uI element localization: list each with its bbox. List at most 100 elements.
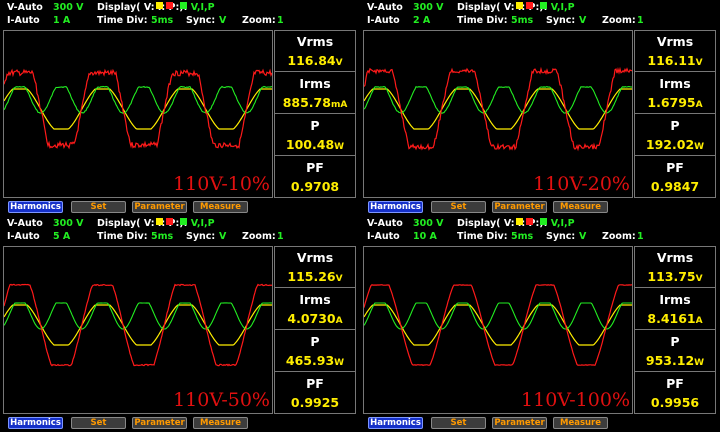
irms-cell: Irms 8.4161A <box>635 289 715 330</box>
voltage-mode[interactable]: V-Auto <box>7 2 43 14</box>
power-color-swatch <box>180 218 188 225</box>
softkey-bar: Harmonics Set Parameter Measure <box>1 201 359 214</box>
current-range[interactable]: 10 A <box>413 231 437 243</box>
display-value: V,I,P <box>550 2 575 13</box>
power-cell: P 100.48W <box>275 115 355 156</box>
power-waveform <box>364 302 632 330</box>
display-setting[interactable]: Display( V: I: P:): V,I,P <box>97 218 215 230</box>
vrms-reading: 116.84V <box>275 53 355 71</box>
time-div-label: Time Div: <box>97 15 148 26</box>
measure-button[interactable]: Measure <box>193 417 248 429</box>
load-annotation: 110V-50% <box>173 389 270 411</box>
parameter-button[interactable]: Parameter <box>492 417 547 429</box>
set-button[interactable]: Set <box>71 201 126 213</box>
power-value: 192.02 <box>645 137 695 152</box>
measurement-panel: Vrms 116.84V Irms 885.78mA P 100.48W PF 0.97… <box>274 30 356 198</box>
measurement-panel: Vrms 113.75V Irms 8.4161A P 953.12W PF 0.995… <box>634 246 716 414</box>
vrms-unit: V <box>335 274 343 284</box>
vrms-value: 115.26 <box>287 269 336 284</box>
set-button[interactable]: Set <box>431 417 486 429</box>
voltage-color-swatch <box>155 218 163 225</box>
time-div-value[interactable]: 5ms <box>511 231 533 243</box>
power-label: P <box>670 334 680 349</box>
power-cell: P 192.02W <box>635 115 715 156</box>
measurement-view-4: V-Auto 300 V I-Auto 10 A Display( V: I: … <box>361 216 719 430</box>
time-div-value[interactable]: 5ms <box>151 231 173 243</box>
zoom-label: Zoom: <box>602 231 636 242</box>
irms-value: 4.0730 <box>287 311 336 326</box>
pf-value: 0.9956 <box>650 395 700 410</box>
softkey-bar: Harmonics Set Parameter Measure <box>361 201 719 214</box>
status-header: V-Auto 300 V I-Auto 10 A Display( V: I: … <box>361 216 719 246</box>
display-setting[interactable]: Display( V: I: P:): V,I,P <box>457 2 575 14</box>
set-button[interactable]: Set <box>431 201 486 213</box>
harmonics-button[interactable]: Harmonics <box>8 201 63 213</box>
voltage-range[interactable]: 300 V <box>413 218 444 230</box>
vrms-cell: Vrms 116.11V <box>635 31 715 72</box>
current-mode[interactable]: I-Auto <box>7 231 40 243</box>
pf-value: 0.9925 <box>290 395 340 410</box>
vrms-reading: 113.75V <box>635 269 715 287</box>
sync-value[interactable]: V <box>579 231 586 243</box>
irms-value: 1.6795 <box>647 95 696 110</box>
zoom-label: Zoom: <box>242 15 276 26</box>
vrms-unit: V <box>695 274 703 284</box>
waveform-display[interactable]: 110V-100% <box>363 246 633 414</box>
voltage-range[interactable]: 300 V <box>413 2 444 14</box>
display-v-label: V: <box>503 218 515 229</box>
parameter-button[interactable]: Parameter <box>132 417 187 429</box>
current-waveform <box>4 68 272 150</box>
vrms-value: 116.11 <box>647 53 696 68</box>
power-label: P <box>310 334 320 349</box>
measure-button[interactable]: Measure <box>193 201 248 213</box>
current-mode[interactable]: I-Auto <box>367 15 400 27</box>
vrms-value: 116.84 <box>287 53 336 68</box>
power-color-swatch <box>180 2 188 9</box>
set-button[interactable]: Set <box>71 417 126 429</box>
harmonics-button[interactable]: Harmonics <box>368 201 423 213</box>
current-range[interactable]: 5 A <box>53 231 70 243</box>
measure-button[interactable]: Measure <box>553 417 608 429</box>
current-range[interactable]: 1 A <box>53 15 70 27</box>
zoom-value[interactable]: 1 <box>277 231 284 243</box>
current-mode[interactable]: I-Auto <box>7 15 40 27</box>
display-v-label: V: <box>143 2 155 13</box>
voltage-range[interactable]: 300 V <box>53 218 84 230</box>
display-setting[interactable]: Display( V: I: P:): V,I,P <box>457 218 575 230</box>
irms-cell: Irms 1.6795A <box>635 73 715 114</box>
waveform-display[interactable]: 110V-50% <box>3 246 273 414</box>
waveform-display[interactable]: 110V-20% <box>363 30 633 198</box>
sync-value[interactable]: V <box>579 15 586 27</box>
parameter-button[interactable]: Parameter <box>132 201 187 213</box>
voltage-mode[interactable]: V-Auto <box>367 218 403 230</box>
load-annotation: 110V-10% <box>173 173 270 195</box>
measure-button[interactable]: Measure <box>553 201 608 213</box>
sync-value[interactable]: V <box>219 231 226 243</box>
power-unit: W <box>694 142 705 152</box>
current-range[interactable]: 2 A <box>413 15 430 27</box>
vrms-cell: Vrms 116.84V <box>275 31 355 72</box>
voltage-mode[interactable]: V-Auto <box>7 218 43 230</box>
zoom-value[interactable]: 1 <box>637 15 644 27</box>
time-div-value[interactable]: 5ms <box>511 15 533 27</box>
parameter-button[interactable]: Parameter <box>492 201 547 213</box>
vrms-label: Vrms <box>656 250 694 265</box>
harmonics-button[interactable]: Harmonics <box>8 417 63 429</box>
voltage-range[interactable]: 300 V <box>53 2 84 14</box>
harmonics-button[interactable]: Harmonics <box>368 417 423 429</box>
current-mode[interactable]: I-Auto <box>367 231 400 243</box>
sync-value[interactable]: V <box>219 15 226 27</box>
time-div-value[interactable]: 5ms <box>151 15 173 27</box>
voltage-mode[interactable]: V-Auto <box>367 2 403 14</box>
voltage-color-swatch <box>515 218 523 225</box>
zoom-value[interactable]: 1 <box>277 15 284 27</box>
vrms-unit: V <box>695 58 703 68</box>
irms-cell: Irms 885.78mA <box>275 73 355 114</box>
zoom-value[interactable]: 1 <box>637 231 644 243</box>
display-setting[interactable]: Display( V: I: P:): V,I,P <box>97 2 215 14</box>
vrms-unit: V <box>335 58 343 68</box>
pf-label: PF <box>666 376 684 391</box>
current-waveform <box>364 283 632 366</box>
waveform-display[interactable]: 110V-10% <box>3 30 273 198</box>
sync-label: Sync: <box>186 15 216 26</box>
